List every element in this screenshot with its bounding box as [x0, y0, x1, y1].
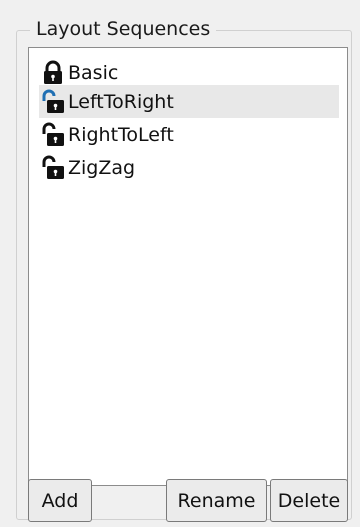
list-item-righttoleft[interactable]: RightToLeft	[39, 118, 339, 151]
rename-button[interactable]: Rename	[166, 479, 267, 522]
delete-button[interactable]: Delete	[270, 479, 348, 522]
list-item-lefttoright[interactable]: LeftToRight	[39, 85, 339, 118]
lock-open-icon	[41, 89, 65, 115]
list-item-label: RightToLeft	[68, 123, 174, 146]
lock-closed-icon	[41, 60, 65, 86]
layout-sequences-panel: Layout Sequences Basic LeftToRight Right…	[0, 0, 360, 527]
list-item-label: Basic	[68, 61, 119, 84]
layout-sequences-list[interactable]: Basic LeftToRight RightToLeft ZigZag	[28, 47, 348, 486]
add-button[interactable]: Add	[28, 479, 92, 522]
list-item-label: ZigZag	[68, 156, 136, 179]
lock-open-icon	[41, 122, 65, 148]
lock-open-icon	[41, 155, 65, 181]
group-title: Layout Sequences	[30, 16, 217, 42]
list-item-label: LeftToRight	[68, 90, 174, 113]
list-item-zigzag[interactable]: ZigZag	[39, 151, 339, 184]
